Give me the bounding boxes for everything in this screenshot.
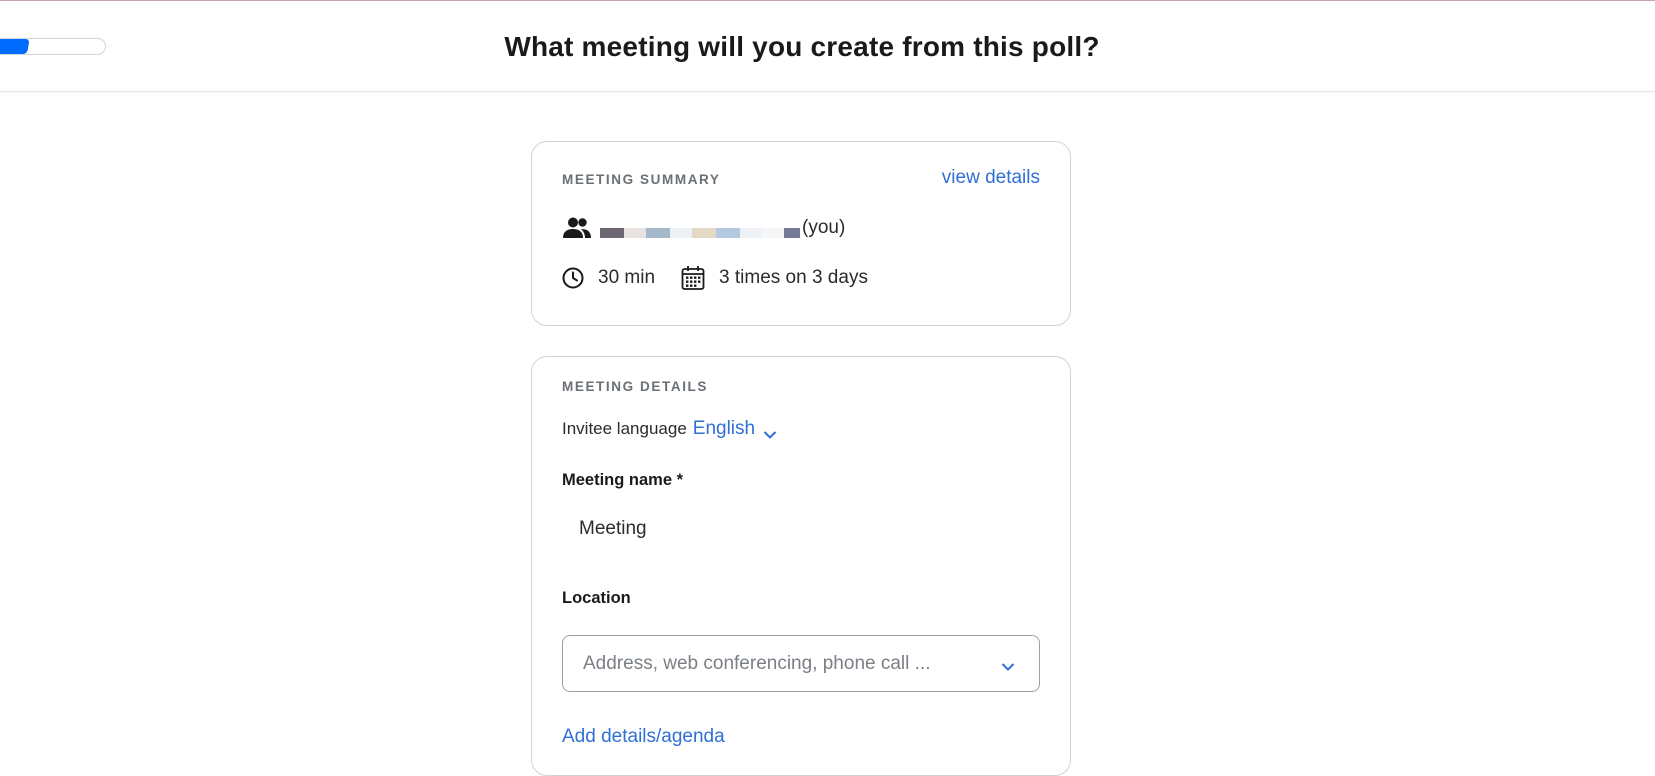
chevron-down-icon: [763, 424, 777, 439]
meeting-name-label: Meeting name *: [562, 471, 684, 489]
invitees-row: (you): [562, 214, 845, 242]
location-select[interactable]: Address, web conferencing, phone call ..…: [562, 635, 1040, 692]
invitee-language-dropdown[interactable]: English: [693, 418, 777, 440]
duration-text: 30 min: [598, 267, 656, 288]
invitee-language-label: Invitee language: [562, 419, 687, 438]
meeting-summary-heading: MEETING SUMMARY: [562, 172, 721, 187]
meeting-name-input[interactable]: [562, 509, 1040, 549]
location-label: Location: [562, 589, 631, 607]
add-details-agenda-link[interactable]: Add details/agenda: [562, 726, 725, 748]
invitee-language-value: English: [692, 418, 756, 439]
page-title: What meeting will you create from this p…: [504, 31, 1100, 62]
chevron-down-icon: [1001, 659, 1015, 671]
meeting-details-heading: MEETING DETAILS: [562, 379, 709, 394]
you-label: (you): [802, 217, 846, 238]
invitee-language-row: Invitee language English: [562, 418, 777, 440]
times-text: 3 times on 3 days: [719, 267, 868, 288]
location-placeholder: Address, web conferencing, phone call ..…: [583, 652, 931, 674]
view-details-link[interactable]: view details: [942, 167, 1040, 189]
people-icon: [562, 216, 592, 240]
meeting-summary-card: MEETING SUMMARY view details (you) 30 mi…: [531, 141, 1071, 326]
calendar-icon: [681, 265, 705, 291]
invitee-names-redacted: [600, 228, 800, 238]
meeting-meta-row: 30 min 3 times on 3 days: [562, 264, 868, 292]
page-header: What meeting will you create from this p…: [0, 1, 1655, 92]
clock-icon: [562, 267, 584, 289]
meeting-details-card: MEETING DETAILS Invitee language English…: [531, 356, 1071, 776]
